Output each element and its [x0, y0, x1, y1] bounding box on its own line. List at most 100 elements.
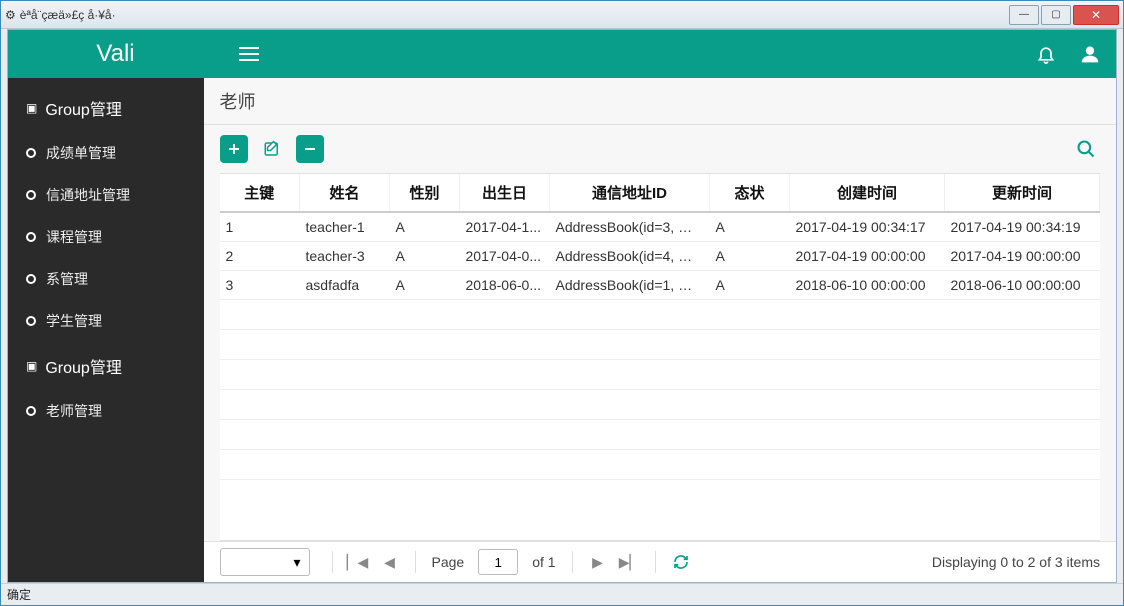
cell-status: A: [710, 212, 790, 242]
bullet-icon: [26, 148, 36, 158]
sidebar-section-group-2[interactable]: ▣ Group管理: [8, 342, 204, 390]
bell-icon[interactable]: [1036, 44, 1056, 64]
titlebar: ⚙ èªå¨çæä»£ç å·¥å· — ▢ ✕: [1, 1, 1123, 29]
sidebar-item-label: 学生管理: [46, 311, 102, 331]
sidebar-item-student[interactable]: 学生管理: [8, 300, 204, 342]
cell-gender: A: [390, 271, 460, 300]
cell-id: 3: [220, 271, 300, 300]
separator: [572, 551, 573, 573]
sidebar-item-label: 老师管理: [46, 401, 102, 421]
separator: [332, 551, 333, 573]
cell-addr: AddressBook(id=3, mo...: [550, 212, 710, 242]
sidebar: ▣ Group管理 成绩单管理 信通地址管理 课程管理 系管理 学生管理 ▣ G…: [8, 78, 204, 582]
sidebar-item-teacher[interactable]: 老师管理: [8, 390, 204, 432]
table-row-empty: [220, 390, 1100, 420]
maximize-button[interactable]: ▢: [1041, 5, 1071, 25]
cell-created: 2017-04-19 00:34:17: [790, 212, 945, 242]
sidebar-section-label: Group管理: [45, 354, 121, 378]
sidebar-item-label: 成绩单管理: [46, 143, 116, 163]
first-page-button[interactable]: ▏◀: [345, 549, 371, 575]
table-row-empty: [220, 420, 1100, 450]
cell-gender: A: [390, 242, 460, 271]
status-text: 确定: [7, 588, 31, 602]
app-pane: Vali ▣ Group管理 成绩单管: [7, 29, 1117, 583]
table-row[interactable]: 3asdfadfaA2018-06-0...AddressBook(id=1, …: [220, 271, 1100, 300]
sidebar-item-label: 信通地址管理: [46, 185, 130, 205]
bullet-icon: [26, 190, 36, 200]
topbar: Vali: [8, 30, 1116, 78]
prev-page-button[interactable]: ◀: [377, 549, 403, 575]
bullet-icon: [26, 406, 36, 416]
close-button[interactable]: ✕: [1073, 5, 1119, 25]
cell-updated: 2017-04-19 00:00:00: [945, 242, 1100, 271]
grid-icon: ▣: [26, 359, 37, 373]
col-status[interactable]: 态状: [710, 174, 790, 212]
separator: [415, 551, 416, 573]
user-icon[interactable]: [1080, 44, 1100, 64]
data-grid[interactable]: 主键 姓名 性别 出生日 通信地址ID 态状 创建时间 更新时间 1teache…: [220, 173, 1101, 541]
cell-id: 1: [220, 212, 300, 242]
hamburger-icon[interactable]: [239, 47, 259, 61]
bullet-icon: [26, 316, 36, 326]
edit-button[interactable]: [258, 135, 286, 163]
col-updated[interactable]: 更新时间: [945, 174, 1100, 212]
table-row-empty: [220, 360, 1100, 390]
cell-status: A: [710, 271, 790, 300]
col-addr[interactable]: 通信地址ID: [550, 174, 710, 212]
table-row-empty: [220, 300, 1100, 330]
cell-name: asdfadfa: [300, 271, 390, 300]
remove-button[interactable]: [296, 135, 324, 163]
navbar: [223, 30, 1116, 78]
statusbar: 确定: [1, 583, 1123, 605]
sidebar-item-course[interactable]: 课程管理: [8, 216, 204, 258]
sidebar-section-group-1[interactable]: ▣ Group管理: [8, 84, 204, 132]
page-size-select[interactable]: ▾: [220, 548, 310, 576]
pagination-info: Displaying 0 to 2 of 3 items: [932, 554, 1100, 570]
table-row[interactable]: 2teacher-3A2017-04-0...AddressBook(id=4,…: [220, 242, 1100, 271]
table-row-empty: [220, 450, 1100, 480]
next-page-button[interactable]: ▶: [585, 549, 611, 575]
sidebar-item-label: 课程管理: [46, 227, 102, 247]
col-name[interactable]: 姓名: [300, 174, 390, 212]
table-row[interactable]: 1teacher-1A2017-04-1...AddressBook(id=3,…: [220, 212, 1100, 242]
page-label: Page: [432, 554, 465, 570]
add-button[interactable]: [220, 135, 248, 163]
cell-created: 2018-06-10 00:00:00: [790, 271, 945, 300]
cell-birth: 2017-04-0...: [460, 242, 550, 271]
cell-id: 2: [220, 242, 300, 271]
refresh-button[interactable]: [668, 549, 694, 575]
os-window: ⚙ èªå¨çæä»£ç å·¥å· — ▢ ✕ Vali: [0, 0, 1124, 606]
search-button[interactable]: [1072, 135, 1100, 163]
table-row-empty: [220, 330, 1100, 360]
sidebar-item-address[interactable]: 信通地址管理: [8, 174, 204, 216]
bullet-icon: [26, 274, 36, 284]
sidebar-item-grades[interactable]: 成绩单管理: [8, 132, 204, 174]
cell-addr: AddressBook(id=4, mo...: [550, 242, 710, 271]
main-content: 老师: [204, 78, 1117, 582]
col-birth[interactable]: 出生日: [460, 174, 550, 212]
bullet-icon: [26, 232, 36, 242]
cell-gender: A: [390, 212, 460, 242]
col-gender[interactable]: 性别: [390, 174, 460, 212]
page-total: of 1: [532, 554, 555, 570]
sidebar-item-label: 系管理: [46, 269, 88, 289]
cell-addr: AddressBook(id=1, mo...: [550, 271, 710, 300]
cell-birth: 2017-04-1...: [460, 212, 550, 242]
cell-created: 2017-04-19 00:00:00: [790, 242, 945, 271]
minimize-button[interactable]: —: [1009, 5, 1039, 25]
last-page-button[interactable]: ▶▏: [617, 549, 643, 575]
separator: [655, 551, 656, 573]
sidebar-item-department[interactable]: 系管理: [8, 258, 204, 300]
window-title: èªå¨çæä»£ç å·¥å·: [20, 8, 116, 22]
page-input[interactable]: [478, 549, 518, 575]
table-header-row: 主键 姓名 性别 出生日 通信地址ID 态状 创建时间 更新时间: [220, 174, 1100, 212]
col-created[interactable]: 创建时间: [790, 174, 945, 212]
body: ▣ Group管理 成绩单管理 信通地址管理 课程管理 系管理 学生管理 ▣ G…: [8, 78, 1116, 582]
page-title: 老师: [204, 78, 1117, 125]
cell-status: A: [710, 242, 790, 271]
brand-logo[interactable]: Vali: [8, 30, 223, 78]
pagination: ▾ ▏◀ ◀ Page of 1 ▶ ▶▏ Display: [204, 541, 1117, 582]
col-id[interactable]: 主键: [220, 174, 300, 212]
gear-icon: ⚙: [5, 8, 16, 22]
grid-icon: ▣: [26, 101, 37, 115]
